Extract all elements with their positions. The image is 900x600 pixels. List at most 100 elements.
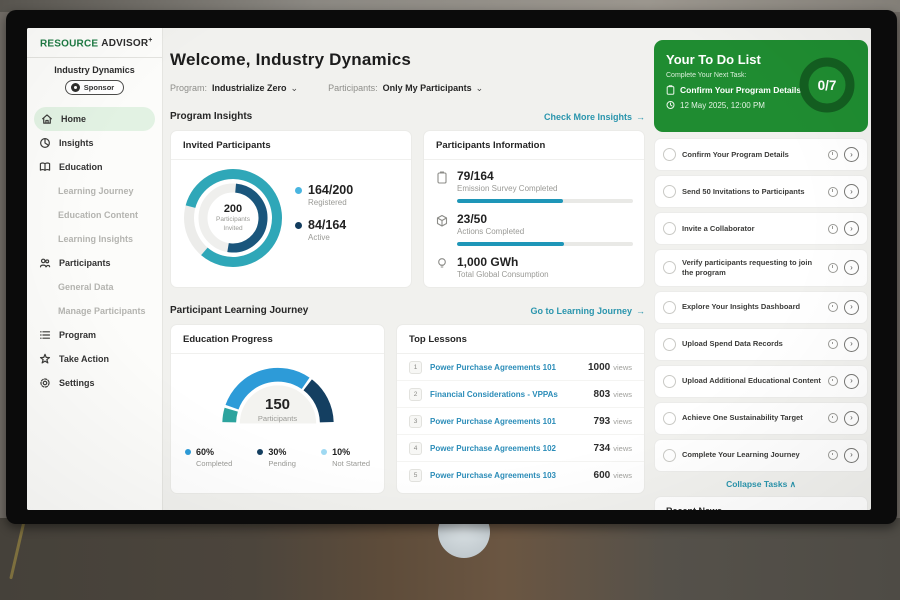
chevron-down-icon[interactable]: ⌄ <box>291 83 299 93</box>
legend-not-started: 10% Not Started <box>321 447 370 468</box>
sponsor-badge[interactable]: Sponsor <box>65 80 124 95</box>
todo-next-task-label: Confirm Your Program Details <box>680 85 801 95</box>
chevron-right-button[interactable]: › <box>844 337 859 352</box>
chevron-right-button[interactable]: › <box>844 374 859 389</box>
task-checkbox[interactable] <box>663 412 676 425</box>
task-row[interactable]: Send 50 Invitations to Participants › <box>654 175 868 208</box>
progress-track <box>457 199 633 203</box>
invited-participants-donut: 200 Participants Invited <box>181 166 285 270</box>
sidebar-item-learning-insights[interactable]: Learning Insights <box>27 227 162 251</box>
org-name: Industry Dynamics <box>27 65 162 75</box>
clock-icon <box>828 224 838 234</box>
chevron-right-button[interactable]: › <box>844 448 859 463</box>
arrow-right-icon: → <box>636 306 645 316</box>
chevron-right-button[interactable]: › <box>844 221 859 236</box>
completed-pct: 60% <box>196 447 214 457</box>
collapse-tasks-link[interactable]: Collapse Tasks ∧ <box>654 479 868 490</box>
learning-cards-row: Education Progress 150 Participants 60% … <box>170 324 645 494</box>
task-label: Explore Your Insights Dashboard <box>682 302 822 312</box>
task-checkbox[interactable] <box>663 222 676 235</box>
card-title: Invited Participants <box>171 131 411 160</box>
sidebar-item-take-action[interactable]: Take Action <box>27 347 162 371</box>
sidebar-item-participants[interactable]: Participants <box>27 251 162 275</box>
task-row[interactable]: Confirm Your Program Details › <box>654 138 868 171</box>
insights-icon <box>39 137 51 149</box>
task-checkbox[interactable] <box>663 375 676 388</box>
lesson-link[interactable]: Financial Considerations - VPPAs <box>430 390 594 399</box>
lesson-row: 1 Power Purchase Agreements 101 1000view… <box>397 354 644 381</box>
lesson-link[interactable]: Power Purchase Agreements 103 <box>430 471 594 480</box>
logo-secondary: ADVISOR <box>101 38 148 49</box>
not-started-label: Not Started <box>332 459 370 468</box>
views-label: views <box>613 417 632 426</box>
invited-participants-body: 200 Participants Invited 164/200 Registe… <box>171 160 411 270</box>
gauge-legend: 60% Completed 30% Pending 10% Not Starte… <box>171 437 384 468</box>
donut-center: 200 Participants Invited <box>181 166 285 270</box>
chevron-right-button[interactable]: › <box>844 260 859 275</box>
stat-value: 23/50 <box>457 212 633 226</box>
not-started-pct: 10% <box>332 447 350 457</box>
clock-icon <box>828 413 838 423</box>
task-checkbox[interactable] <box>663 338 676 351</box>
sidebar-item-settings[interactable]: Settings <box>27 371 162 395</box>
clock-icon <box>666 100 675 110</box>
chevron-right-button[interactable]: › <box>844 411 859 426</box>
clipboard-icon <box>666 85 675 95</box>
not-started-dot <box>321 449 327 455</box>
views-label: views <box>613 471 632 480</box>
link-label: Go to Learning Journey <box>530 306 632 316</box>
dashboard-screen: RESOURCEADVISOR+ Industry Dynamics Spons… <box>27 28 871 510</box>
todo-panel: Your To Do List Complete Your Next Task:… <box>654 40 868 510</box>
sidebar-item-manage-participants[interactable]: Manage Participants <box>27 299 162 323</box>
task-checkbox[interactable] <box>663 261 676 274</box>
insights-cards-row: Invited Participants 200 Participants In… <box>170 130 645 288</box>
filter-bar: Program:Industrialize Zero⌄ Participants… <box>170 83 645 94</box>
sidebar-item-education-content[interactable]: Education Content <box>27 203 162 227</box>
sidebar-item-insights[interactable]: Insights <box>27 131 162 155</box>
legend-registered: 164/200 Registered <box>295 183 353 207</box>
chevron-right-button[interactable]: › <box>844 184 859 199</box>
sidebar-item-general-data[interactable]: General Data <box>27 275 162 299</box>
chevron-right-button[interactable]: › <box>844 147 859 162</box>
link-label: Check More Insights <box>544 112 632 122</box>
participants-filter: Participants:Only My Participants⌄ <box>328 83 483 94</box>
sidebar-item-home[interactable]: Home <box>34 107 155 131</box>
task-row[interactable]: Invite a Collaborator › <box>654 212 868 245</box>
task-row[interactable]: Upload Additional Educational Content › <box>654 365 868 398</box>
task-row[interactable]: Upload Spend Data Records › <box>654 328 868 361</box>
stat-emission-survey: 79/164 Emission Survey Completed <box>424 160 644 203</box>
app-logo: RESOURCEADVISOR+ <box>27 37 162 49</box>
sidebar-item-learning-journey[interactable]: Learning Journey <box>27 179 162 203</box>
task-row[interactable]: Explore Your Insights Dashboard › <box>654 291 868 324</box>
lesson-link[interactable]: Power Purchase Agreements 101 <box>430 417 594 426</box>
program-filter-value[interactable]: Industrialize Zero <box>212 83 287 93</box>
task-row[interactable]: Complete Your Learning Journey › <box>654 439 868 472</box>
check-more-insights-link[interactable]: Check More Insights→ <box>544 112 645 122</box>
views-label: views <box>613 390 632 399</box>
chevron-right-button[interactable]: › <box>844 300 859 315</box>
clock-icon <box>828 302 838 312</box>
task-checkbox[interactable] <box>663 301 676 314</box>
go-to-learning-journey-link[interactable]: Go to Learning Journey → <box>530 306 645 316</box>
sponsor-icon <box>71 83 80 92</box>
logo-primary: RESOURCE <box>40 38 98 49</box>
stat-label: Actions Completed <box>457 227 633 236</box>
task-checkbox[interactable] <box>663 449 676 462</box>
task-row[interactable]: Verify participants requesting to join t… <box>654 249 868 287</box>
lesson-rank: 1 <box>409 361 422 374</box>
participants-filter-value[interactable]: Only My Participants <box>383 83 472 93</box>
sidebar-item-label: Insights <box>59 138 94 148</box>
task-checkbox[interactable] <box>663 185 676 198</box>
sidebar-item-program[interactable]: Program <box>27 323 162 347</box>
lesson-link[interactable]: Power Purchase Agreements 102 <box>430 444 594 453</box>
education-icon <box>39 161 51 173</box>
participants-icon <box>39 257 51 269</box>
progress-fill <box>457 199 563 203</box>
lesson-link[interactable]: Power Purchase Agreements 101 <box>430 363 588 372</box>
survey-icon <box>436 171 448 185</box>
chevron-down-icon[interactable]: ⌄ <box>476 83 484 93</box>
task-row[interactable]: Achieve One Sustainability Target › <box>654 402 868 435</box>
task-checkbox[interactable] <box>663 148 676 161</box>
sidebar-item-education[interactable]: Education <box>27 155 162 179</box>
consumption-icon <box>436 257 448 271</box>
